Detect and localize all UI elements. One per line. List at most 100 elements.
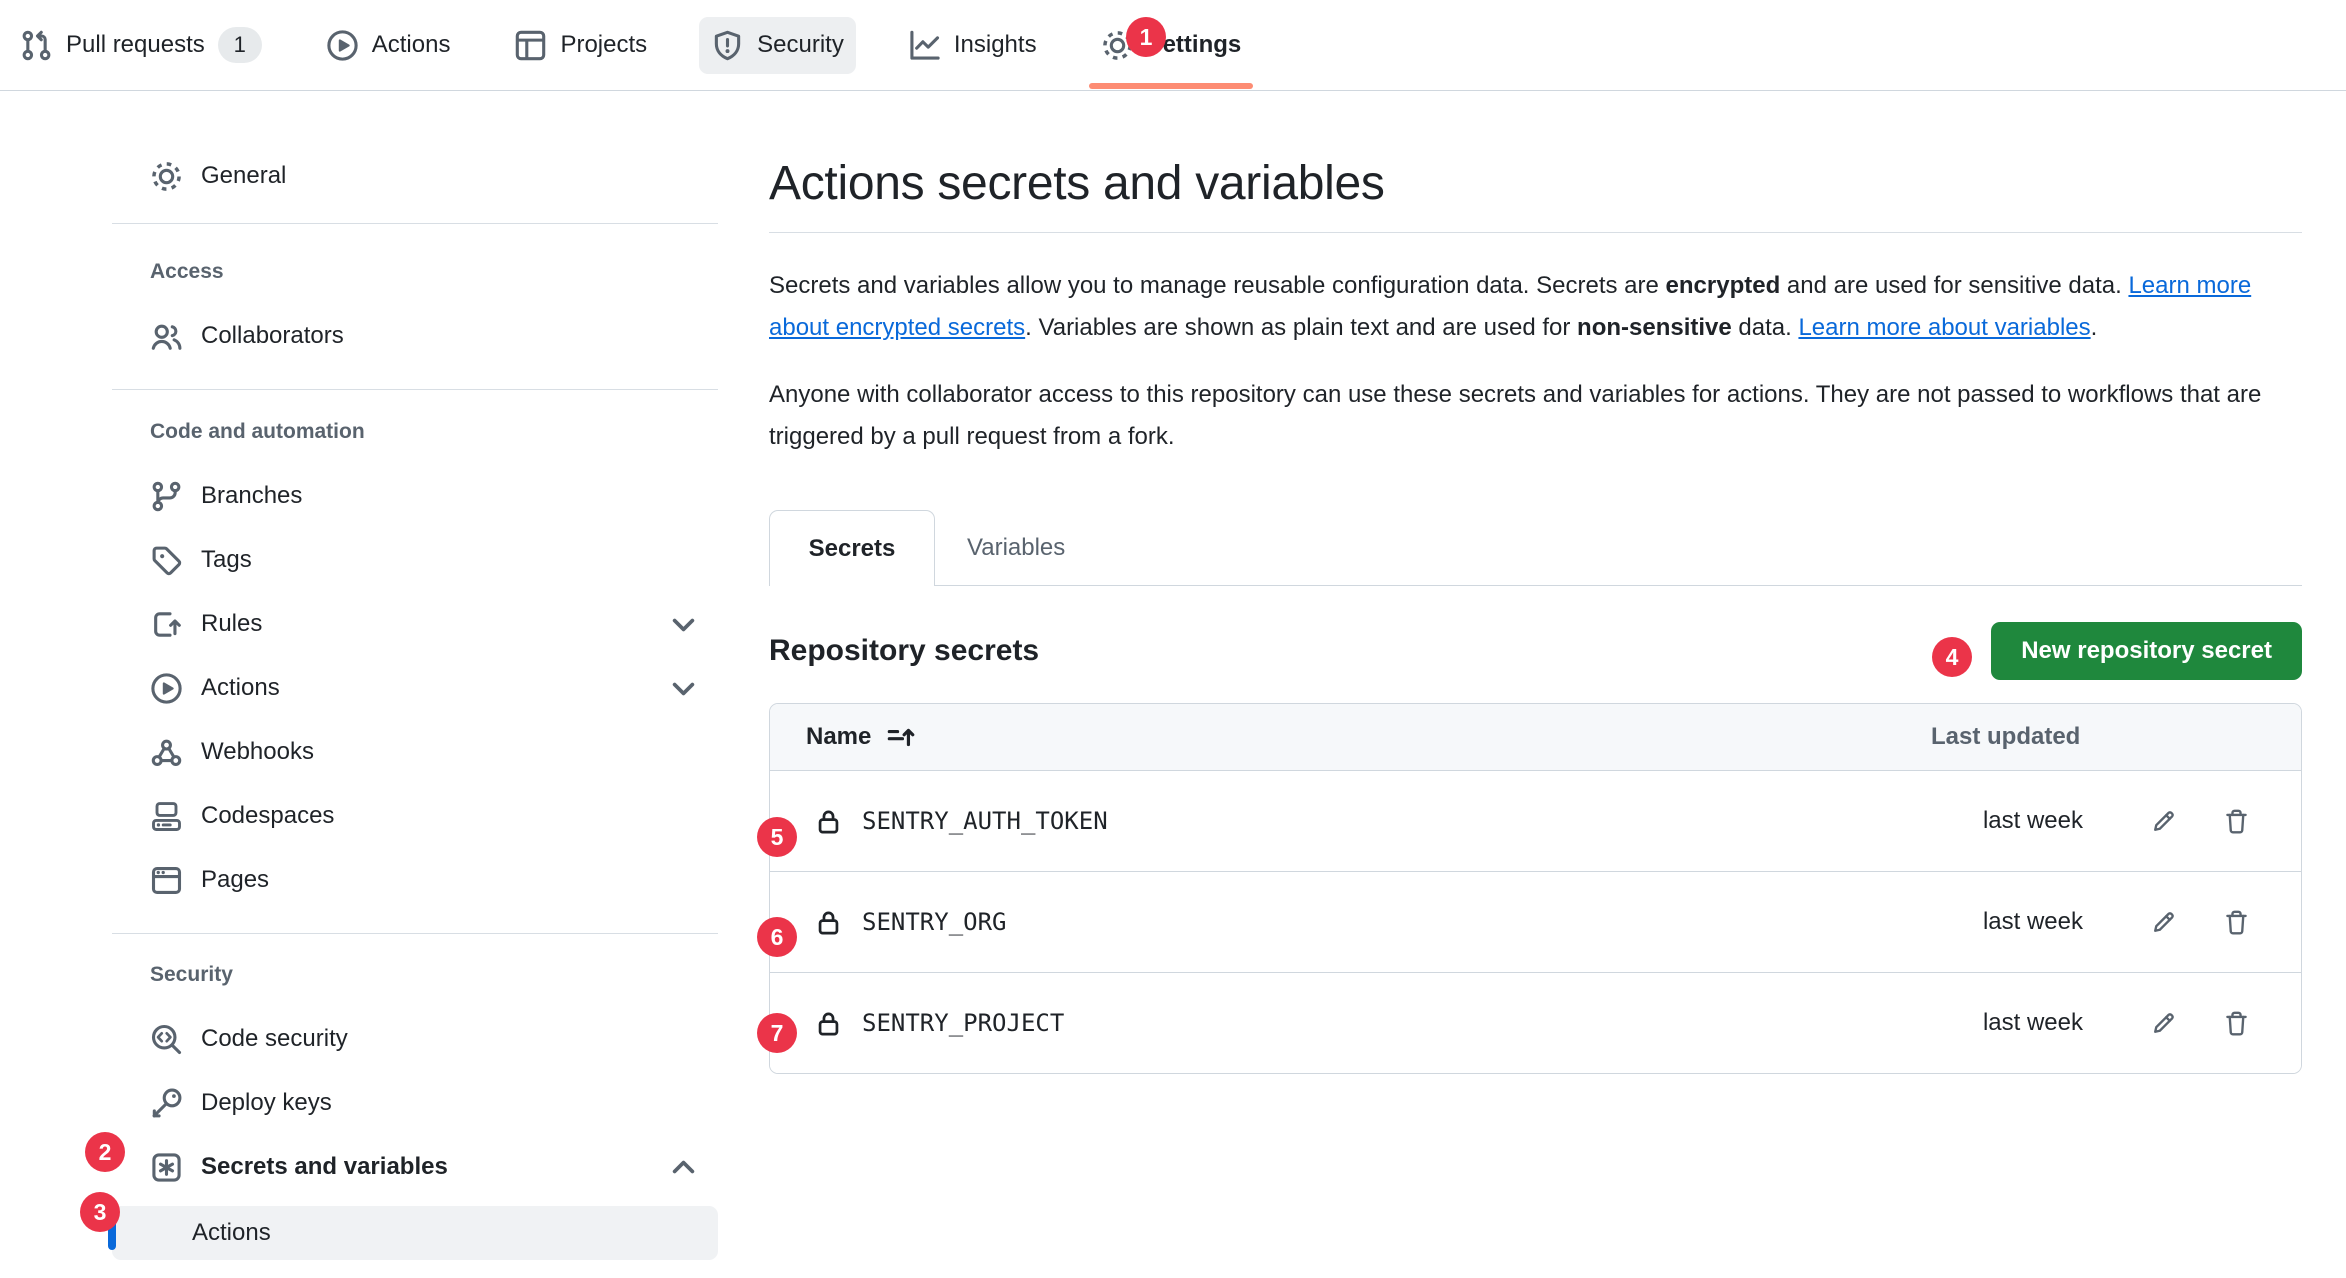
sidebar-item-tags-label: Tags <box>201 546 252 574</box>
sidebar-item-webhooks-label: Webhooks <box>201 738 314 766</box>
sidebar-divider <box>112 389 718 390</box>
trash-icon <box>2223 1010 2250 1037</box>
pencil-icon <box>2150 909 2177 936</box>
nav-tab-actions-label: Actions <box>372 31 451 59</box>
tab-secrets[interactable]: Secrets <box>769 510 935 586</box>
sidebar-section-access: Access <box>112 240 718 304</box>
sidebar-item-deploy-keys-label: Deploy keys <box>201 1089 332 1117</box>
people-icon <box>150 320 183 353</box>
delete-secret-button[interactable] <box>2206 892 2266 952</box>
annotation-badge-3: 3 <box>80 1192 120 1232</box>
pencil-icon <box>2150 808 2177 835</box>
intro-bold-encrypted: encrypted <box>1666 272 1781 299</box>
sidebar-item-rules[interactable]: Rules <box>112 592 718 656</box>
lock-icon <box>815 1010 842 1037</box>
key-icon <box>150 1087 183 1120</box>
selected-tab-underline <box>1089 83 1254 89</box>
last-updated-column-header: Last updated <box>1931 723 2301 751</box>
tab-variables[interactable]: Variables <box>935 510 1097 585</box>
table-icon <box>514 29 547 62</box>
lock-icon <box>815 909 842 936</box>
new-repository-secret-button[interactable]: New repository secret <box>1991 622 2302 680</box>
sidebar-subitem-actions-label: Actions <box>192 1219 271 1247</box>
sidebar-item-pages-label: Pages <box>201 866 269 894</box>
annotation-badge-2: 2 <box>85 1132 125 1172</box>
lock-icon <box>815 808 842 835</box>
learn-more-variables-link[interactable]: Learn more about variables <box>1798 314 2090 341</box>
sidebar-item-branches[interactable]: Branches <box>112 464 718 528</box>
edit-secret-button[interactable] <box>2133 892 2193 952</box>
secrets-table: Name Last updated SENTRY_AUTH_TOKEN last… <box>769 703 2302 1074</box>
nav-tab-settings[interactable]: Settings <box>1089 17 1254 74</box>
sidebar-item-secrets-and-variables-label: Secrets and variables <box>201 1153 448 1181</box>
sidebar-section-code-and-automation: Code and automation <box>112 400 718 464</box>
trash-icon <box>2223 909 2250 936</box>
intro-text: . Variables are shown as plain text and … <box>1025 314 1577 341</box>
nav-tab-insights[interactable]: Insights <box>896 17 1049 74</box>
sidebar-item-webhooks[interactable]: Webhooks <box>112 720 718 784</box>
table-row: SENTRY_PROJECT last week <box>770 973 2301 1073</box>
annotation-badge-4: 4 <box>1932 637 1972 677</box>
secret-meta-cell: last week <box>1931 993 2301 1053</box>
settings-sidebar: General Access Collaborators Code and au… <box>112 144 718 1260</box>
sidebar-divider <box>112 933 718 934</box>
sidebar-item-codespaces-label: Codespaces <box>201 802 334 830</box>
sidebar-item-secrets-and-variables[interactable]: Secrets and variables <box>112 1135 718 1199</box>
webhook-icon <box>150 736 183 769</box>
secrets-variables-tabs: Secrets Variables <box>769 510 2302 586</box>
secret-meta-cell: last week <box>1931 892 2301 952</box>
last-updated-value: last week <box>1931 908 2083 936</box>
annotation-badge-6: 6 <box>757 917 797 957</box>
name-column-header[interactable]: Name <box>770 722 1931 752</box>
annotation-badge-1: 1 <box>1126 17 1166 57</box>
sort-ascending-icon <box>885 722 915 752</box>
intro-text: and are used for sensitive data. <box>1780 272 2128 299</box>
annotation-badge-5: 5 <box>757 817 797 857</box>
delete-secret-button[interactable] <box>2206 791 2266 851</box>
sidebar-subitem-actions-selected[interactable]: Actions <box>112 1206 718 1260</box>
sidebar-section-security: Security <box>112 943 718 1007</box>
chevron-down-icon <box>667 608 700 641</box>
trash-icon <box>2223 808 2250 835</box>
table-row: SENTRY_AUTH_TOKEN last week <box>770 771 2301 872</box>
shield-icon <box>711 29 744 62</box>
intro-text: . <box>2091 314 2098 341</box>
nav-tab-pull-requests-label: Pull requests <box>66 31 205 59</box>
secrets-table-header: Name Last updated <box>770 704 2301 771</box>
sidebar-item-general[interactable]: General <box>112 144 718 208</box>
git-branch-icon <box>150 480 183 513</box>
secret-name-cell: SENTRY_ORG <box>770 908 1931 936</box>
sidebar-item-actions[interactable]: Actions <box>112 656 718 720</box>
sidebar-item-collaborators[interactable]: Collaborators <box>112 304 718 368</box>
browser-icon <box>150 864 183 897</box>
nav-tab-projects-label: Projects <box>560 31 647 59</box>
edit-secret-button[interactable] <box>2133 993 2193 1053</box>
sidebar-item-code-security[interactable]: Code security <box>112 1007 718 1071</box>
chevron-down-icon <box>667 672 700 705</box>
sidebar-item-collaborators-label: Collaborators <box>201 322 344 350</box>
secret-name: SENTRY_ORG <box>862 908 1007 936</box>
repository-secrets-header-row: Repository secrets New repository secret <box>769 622 2302 680</box>
sidebar-item-tags[interactable]: Tags <box>112 528 718 592</box>
sidebar-divider <box>112 223 718 224</box>
git-pull-request-icon <box>20 29 53 62</box>
play-icon <box>150 672 183 705</box>
secret-name: SENTRY_PROJECT <box>862 1009 1064 1037</box>
sidebar-item-pages[interactable]: Pages <box>112 848 718 912</box>
intro-bold-non-sensitive: non-sensitive <box>1577 314 1732 341</box>
nav-tab-actions[interactable]: Actions <box>314 17 463 74</box>
page-title: Actions secrets and variables <box>769 156 2302 212</box>
play-icon <box>326 29 359 62</box>
sidebar-item-codespaces[interactable]: Codespaces <box>112 784 718 848</box>
delete-secret-button[interactable] <box>2206 993 2266 1053</box>
nav-tab-projects[interactable]: Projects <box>502 17 659 74</box>
edit-secret-button[interactable] <box>2133 791 2193 851</box>
nav-tab-security[interactable]: Security <box>699 17 856 74</box>
repo-nav: Pull requests 1 Actions Projects Securit… <box>0 0 2346 91</box>
nav-tab-pull-requests[interactable]: Pull requests 1 <box>8 15 274 75</box>
annotation-badge-7: 7 <box>757 1013 797 1053</box>
sidebar-item-deploy-keys[interactable]: Deploy keys <box>112 1071 718 1135</box>
chevron-up-icon <box>667 1151 700 1184</box>
last-updated-header-label: Last updated <box>1931 723 2080 751</box>
pencil-icon <box>2150 1010 2177 1037</box>
